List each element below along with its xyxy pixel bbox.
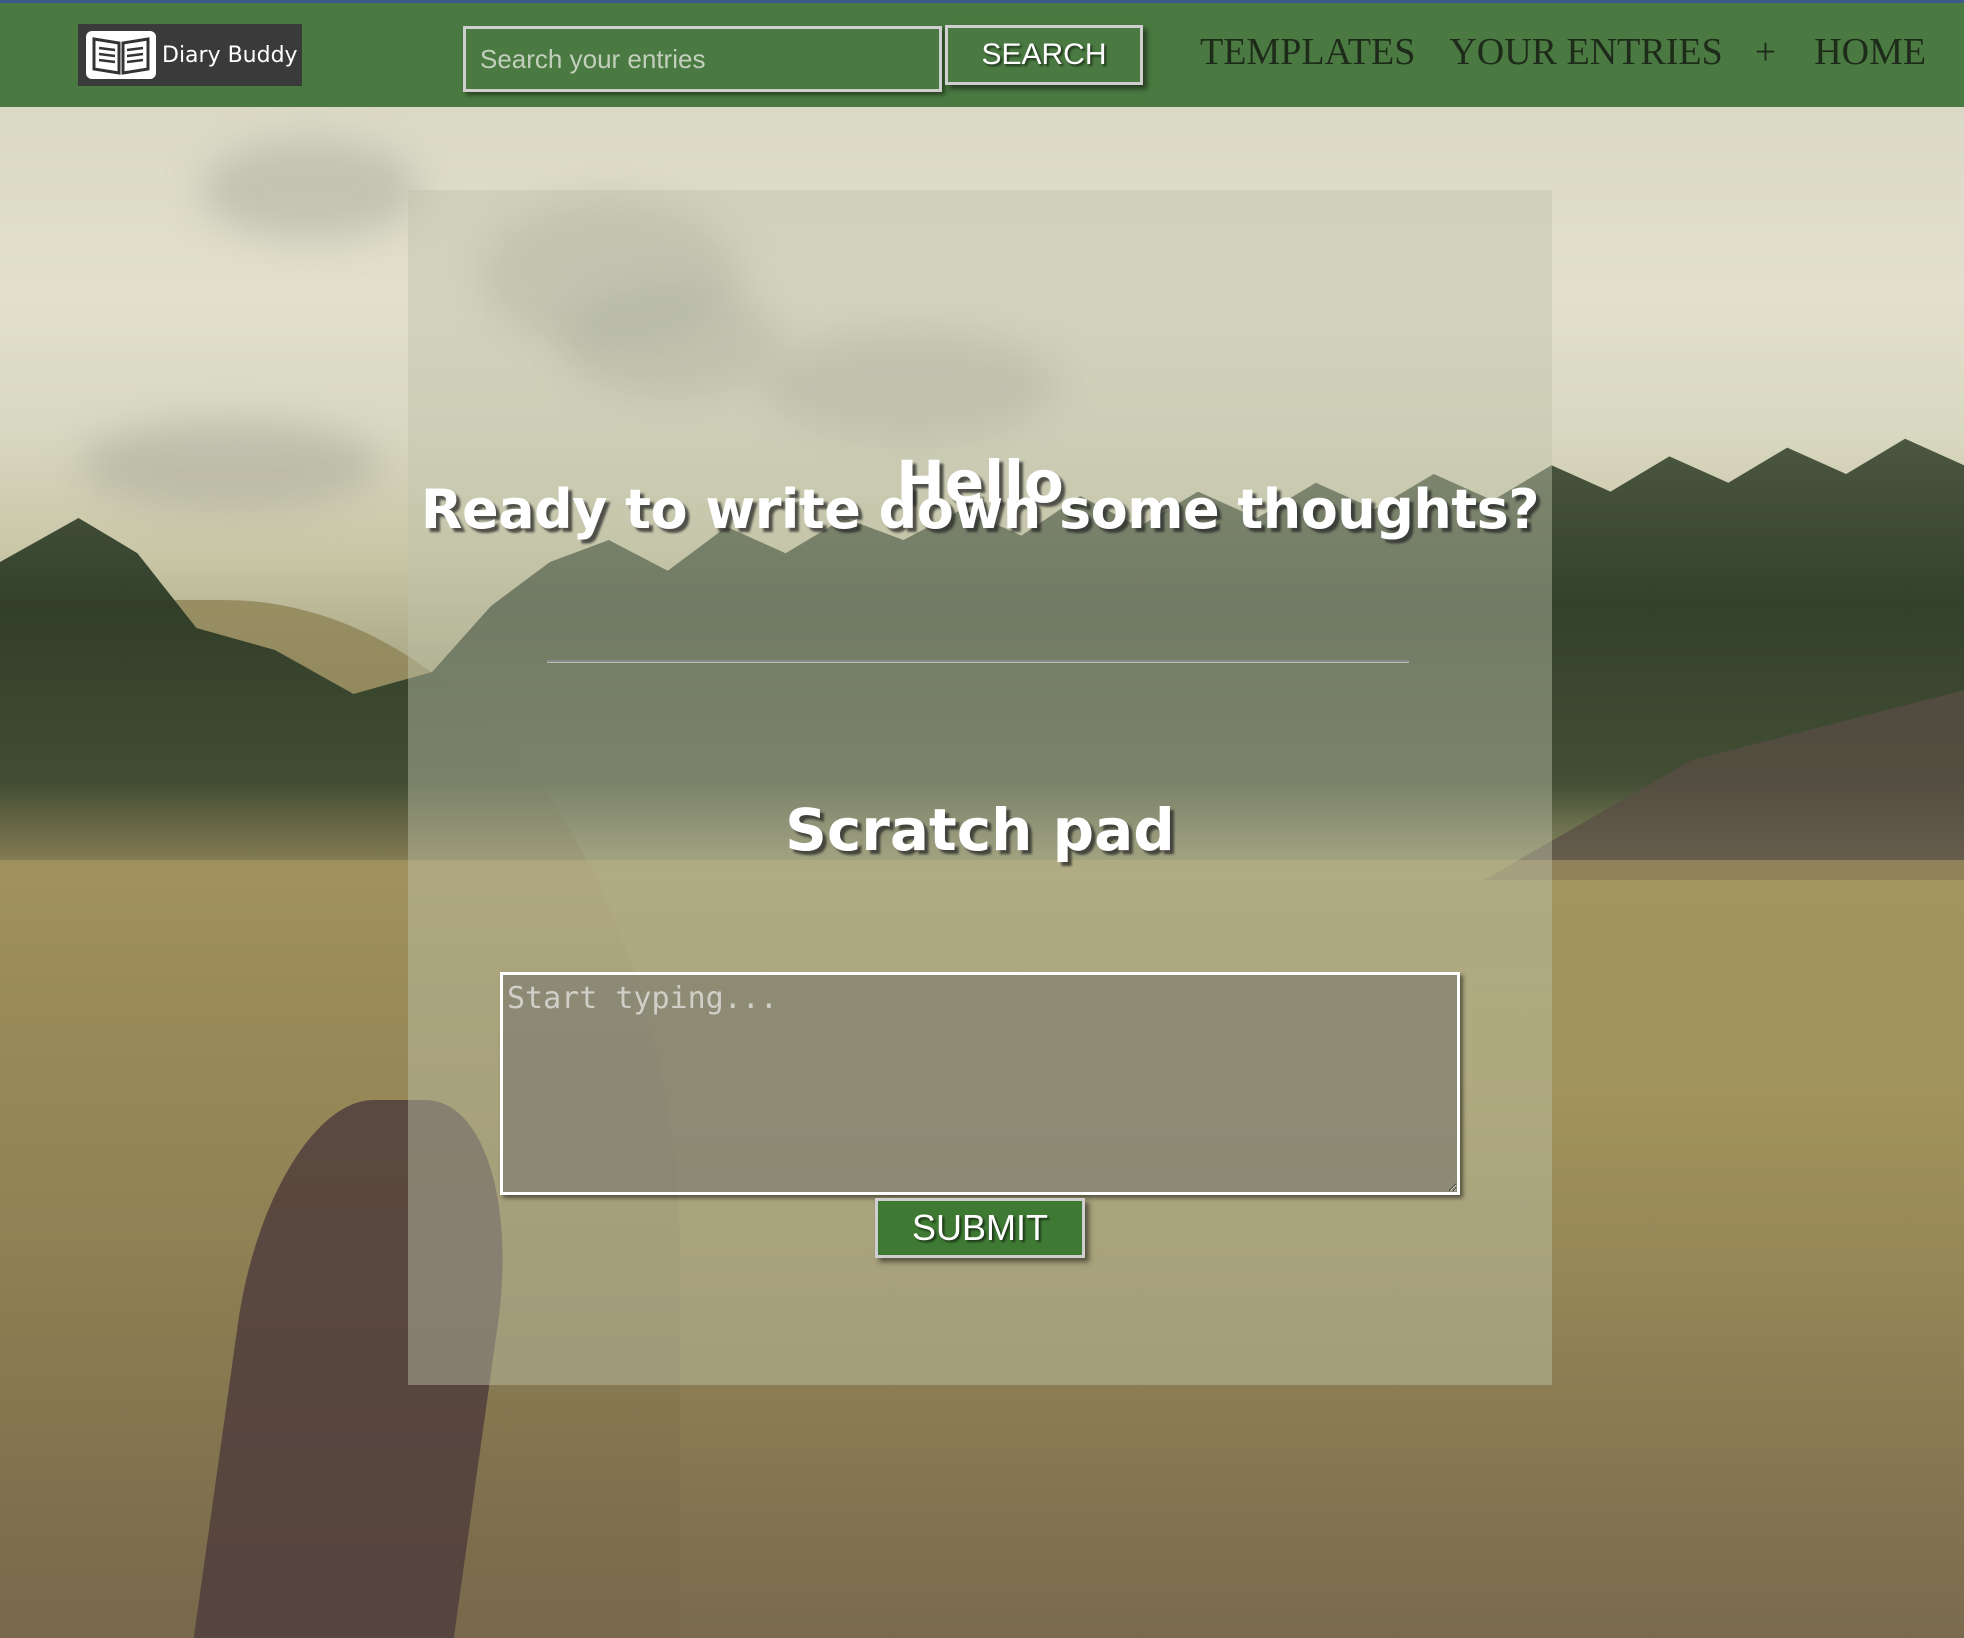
search-button[interactable]: SEARCH (945, 25, 1143, 85)
search-input[interactable] (463, 26, 942, 92)
nav-links: TEMPLATES YOUR ENTRIES + HOME (1200, 27, 1926, 77)
nav-home[interactable]: HOME (1814, 30, 1926, 74)
brand-logo[interactable]: Diary Buddy (78, 24, 302, 86)
nav-your-entries[interactable]: YOUR ENTRIES (1449, 30, 1722, 74)
nav-add-entry[interactable]: + (1755, 30, 1776, 74)
nav-templates[interactable]: TEMPLATES (1200, 30, 1415, 74)
writing-prompt: Ready to write down some thoughts? (420, 478, 1540, 541)
divider (547, 660, 1409, 662)
open-book-icon (86, 31, 156, 79)
top-navbar: Diary Buddy SEARCH TEMPLATES YOUR ENTRIE… (0, 0, 1964, 107)
submit-button[interactable]: SUBMIT (875, 1198, 1085, 1258)
scratch-pad-textarea[interactable] (500, 972, 1460, 1195)
brand-name: Diary Buddy (162, 42, 298, 68)
scratch-pad-title: Scratch pad (785, 796, 1175, 864)
